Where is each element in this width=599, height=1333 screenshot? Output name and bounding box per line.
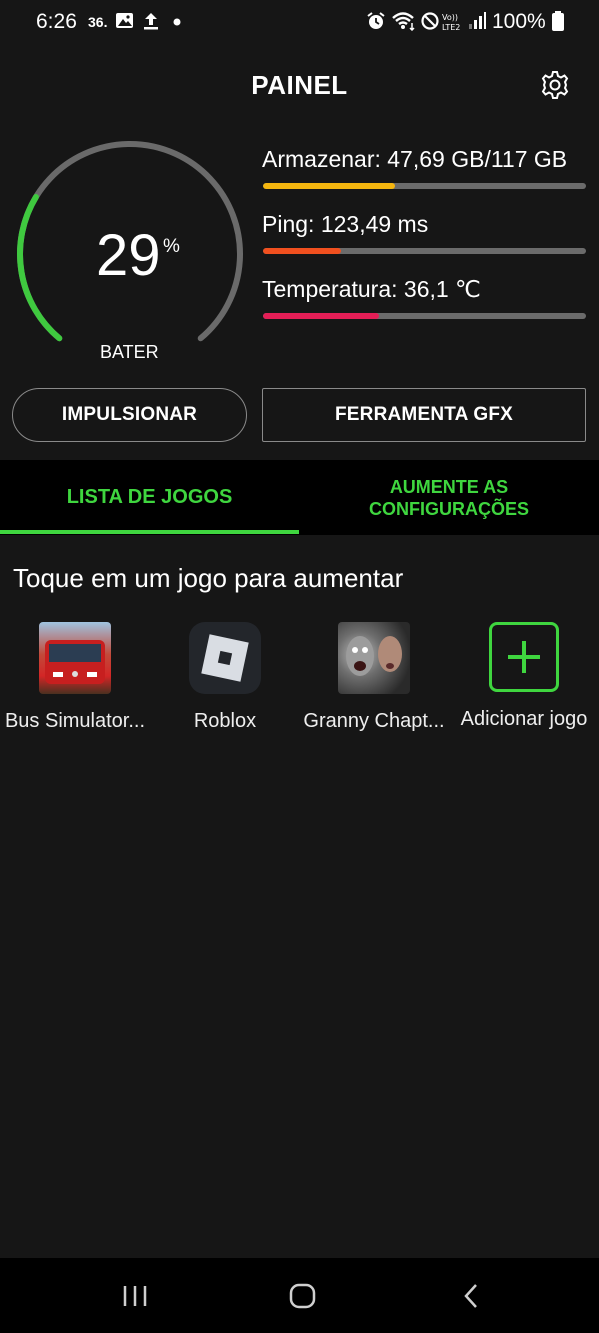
boost-button[interactable]: IMPULSIONAR [12,388,247,442]
status-time: 6:26 [36,10,77,33]
battery-icon [552,11,564,31]
signal-icon [469,12,486,29]
game-name: Granny Chapt... [303,710,445,732]
back-icon[interactable] [452,1280,492,1312]
temperature-label: Temperatura: 36,1 ℃ [262,276,481,302]
tab-game-list[interactable]: LISTA DE JOGOS [0,460,299,535]
gfx-tool-button[interactable]: FERRAMENTA GFX [262,388,586,442]
svg-text:LTE2: LTE2 [442,23,460,32]
bus-simulator-icon [39,622,111,694]
storage-label: Armazenar: 47,69 GB/117 GB [262,146,568,172]
game-name: Bus Simulator... [4,710,146,732]
battery-value: 29 [96,223,161,288]
ping-bar [263,248,586,254]
storage-bar-fill [263,183,396,189]
system-nav-bar [0,1258,599,1333]
do-not-disturb-icon [421,12,439,30]
upload-icon [144,13,158,30]
dot-icon [173,18,181,26]
roblox-icon [189,622,261,694]
granny-icon [338,622,410,694]
recent-apps-icon[interactable] [115,1280,155,1312]
battery-label: BATER [100,342,159,362]
storage-bar [263,183,586,189]
game-granny[interactable]: Granny Chapt... [299,622,449,733]
gear-icon[interactable] [540,70,570,100]
svg-text:Vo)): Vo)) [442,13,458,22]
plus-icon [489,622,559,692]
battery-percent: 100% [492,10,546,33]
page-title: PAINEL [251,70,348,100]
tab-boost-settings-line2: CONFIGURAÇÕES [368,498,529,519]
volte-lte-icon: Vo)) LTE2 [442,13,460,32]
active-tab-indicator [0,530,299,534]
gallery-icon [116,13,133,28]
tab-bar: LISTA DE JOGOS AUMENTE AS CONFIGURAÇÕES [0,460,599,535]
add-game-button[interactable]: Adicionar jogo [449,622,599,731]
ping-label: Ping: 123,49 ms [262,211,429,237]
game-name: Roblox [193,710,257,732]
home-icon[interactable] [283,1280,323,1312]
ping-bar-fill [263,248,341,254]
battery-percent-sign: % [163,236,180,257]
gauge-fill [17,194,63,342]
tab-boost-settings-line1: AUMENTE AS [389,476,509,497]
tab-boost-settings[interactable]: AUMENTE AS CONFIGURAÇÕES [299,460,599,535]
alarm-icon [367,12,385,29]
wifi-icon [392,12,415,31]
game-bus-simulator[interactable]: Bus Simulator... [0,622,150,733]
status-notification-text: 36. [88,14,108,30]
status-bar: 6:26 36. Vo)) LTE2 100% [0,0,599,44]
temperature-bar [263,313,586,319]
game-name: Adicionar jogo [460,708,588,730]
temperature-bar-fill [263,313,380,319]
hint-text: Toque em um jogo para aumentar [13,563,404,593]
game-roblox[interactable]: Roblox [150,622,300,733]
